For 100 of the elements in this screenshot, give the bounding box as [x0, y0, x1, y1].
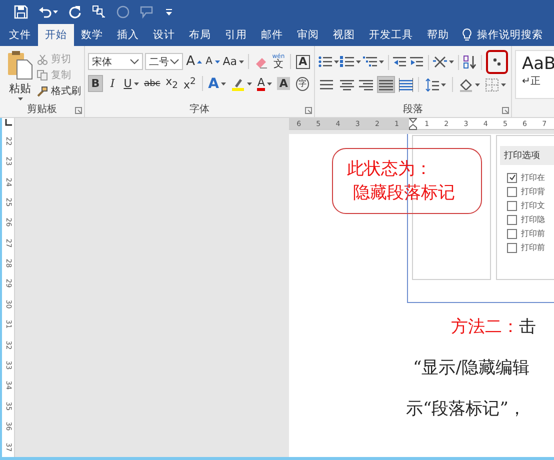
body-text: “显示/隐藏编辑	[413, 358, 530, 378]
borders-icon	[485, 78, 500, 92]
touch-button[interactable]	[92, 5, 106, 19]
align-left-icon	[320, 78, 334, 92]
group-title: 段落	[402, 102, 424, 117]
checkbox[interactable]	[507, 200, 517, 210]
ribbon-tab[interactable]: 插入	[110, 24, 146, 46]
launcher-button[interactable]	[502, 107, 509, 114]
ribbon-tab[interactable]: 开发工具	[362, 24, 420, 46]
caret-icon	[18, 97, 22, 101]
option-label: 打印前	[521, 228, 545, 239]
ribbon-tab[interactable]: 文件	[2, 24, 38, 46]
checkbox[interactable]	[507, 242, 517, 252]
ribbon-tab[interactable]: 帮助	[420, 24, 456, 46]
ribbon-tab[interactable]: 引用	[218, 24, 254, 46]
multilevel-list-icon	[362, 55, 377, 69]
grow-button[interactable]: A	[185, 53, 203, 70]
caret-down-icon	[214, 60, 220, 64]
shrink-button[interactable]: A	[204, 53, 220, 70]
caret-icon	[238, 60, 244, 64]
increase-indent-icon	[410, 55, 424, 69]
asian-layout-icon	[432, 55, 447, 69]
launcher-button[interactable]	[75, 107, 82, 114]
bullets-icon	[318, 55, 332, 69]
caret-icon	[266, 82, 272, 86]
redo-icon	[68, 5, 82, 19]
pilcrow-icon	[491, 56, 504, 68]
shape-icon	[140, 5, 154, 19]
ribbon-tab[interactable]: 设计	[146, 24, 182, 46]
caret-icon	[220, 82, 226, 86]
justify-icon	[378, 78, 393, 92]
ribbon-tab[interactable]: 邮件	[254, 24, 290, 46]
line-spacing-icon	[425, 78, 440, 92]
touch-mode-icon	[92, 5, 106, 19]
paint-bucket-icon	[458, 78, 473, 92]
undo-button[interactable]	[38, 5, 58, 19]
checkbox[interactable]	[507, 214, 517, 224]
strike-button[interactable]: abc	[142, 75, 162, 92]
underline-button[interactable]: U	[122, 75, 140, 92]
spacing-button[interactable]	[423, 76, 448, 93]
ribbon-tab[interactable]: 视图	[326, 24, 362, 46]
circle-icon	[116, 5, 130, 19]
justify-button[interactable]	[377, 76, 395, 93]
align-center-icon	[340, 78, 354, 92]
font-name-field[interactable]: 宋体	[88, 53, 144, 70]
subscript-button[interactable]: x$_{2}$	[164, 75, 180, 92]
painter-button[interactable]: 格式刷	[37, 84, 81, 98]
ribbon-tab[interactable]: 数学	[74, 24, 110, 46]
border-button[interactable]: A	[294, 53, 311, 70]
customize-button[interactable]	[164, 7, 174, 17]
group-title: 剪贴板	[26, 102, 58, 117]
option-label: 打印背	[521, 186, 545, 197]
font-size-field[interactable]: 二号	[145, 53, 184, 70]
case-button[interactable]: Aa	[222, 53, 244, 70]
effects-button[interactable]: A	[206, 75, 228, 92]
caret-icon	[247, 82, 252, 86]
chevron-down-icon	[130, 58, 140, 64]
ribbon-tab[interactable]: 布局	[182, 24, 218, 46]
option-label: 打印隐	[521, 214, 545, 225]
format-painter-icon	[37, 86, 48, 96]
numbering-icon	[340, 55, 354, 69]
dialog-launcher-icon	[502, 107, 509, 114]
style-name: ↵正	[522, 75, 542, 88]
sort-button[interactable]	[462, 54, 478, 70]
body-text: 方法二：击	[451, 317, 536, 337]
option-label: 打印前	[521, 242, 545, 253]
color-button[interactable]: A	[256, 75, 274, 92]
align-right-icon	[359, 78, 374, 92]
undo-icon	[38, 5, 52, 19]
ribbon-tab[interactable]: 开始	[38, 24, 74, 46]
save-button[interactable]	[14, 5, 28, 19]
paste-button[interactable]: 粘贴	[3, 50, 37, 101]
scissors-icon	[37, 54, 48, 64]
copy-icon	[37, 70, 48, 80]
superscript-button[interactable]: x$^{2}$	[182, 75, 198, 92]
indent-marker[interactable]	[409, 118, 417, 130]
enclose-button[interactable]: 字	[294, 75, 311, 92]
caret-icon	[356, 60, 362, 64]
caret-icon	[501, 82, 506, 86]
checkbox[interactable]	[507, 228, 517, 238]
redo-button[interactable]	[68, 5, 82, 19]
ribbon-tab[interactable]: 审阅	[290, 24, 326, 46]
tell-me-search[interactable]: 操作说明搜索	[456, 24, 543, 46]
decrease-indent-icon	[392, 55, 407, 69]
option-label: 打印文	[521, 200, 545, 211]
bold-button[interactable]: B	[88, 75, 103, 92]
tab-stop-icon	[4, 119, 12, 126]
checkbox[interactable]	[507, 172, 517, 182]
launcher-button[interactable]	[305, 107, 312, 114]
option-label: 打印在	[521, 172, 545, 183]
caret-icon	[134, 82, 139, 86]
caret-icon	[334, 60, 339, 64]
checkbox[interactable]	[507, 186, 517, 196]
caret-icon	[441, 82, 446, 86]
customize-icon	[164, 7, 174, 17]
italic-button[interactable]: I	[105, 75, 120, 92]
caret-icon	[448, 60, 454, 64]
marks-button[interactable]	[486, 50, 508, 74]
distribute-button[interactable]	[396, 76, 414, 93]
shading-button[interactable]: A	[276, 75, 292, 92]
